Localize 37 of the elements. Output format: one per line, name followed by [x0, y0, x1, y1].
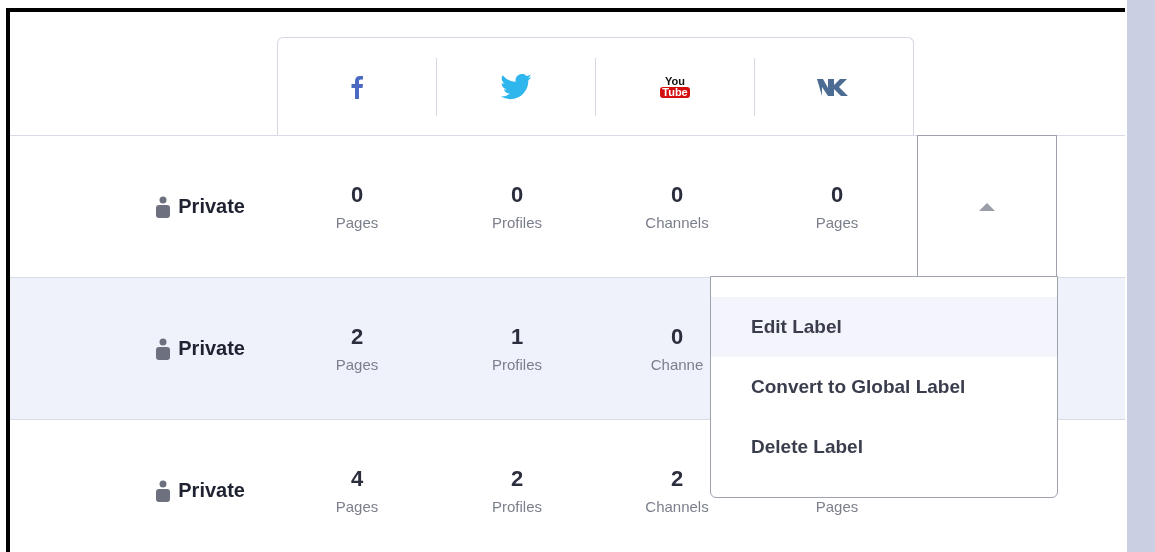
stat-label: Profiles: [492, 498, 542, 515]
caret-up-icon: [979, 202, 995, 211]
menu-item[interactable]: Convert to Global Label: [711, 357, 1057, 417]
bird-icon: [500, 73, 532, 100]
label-row[interactable]: Private 0 Pages 0 Profiles 0 Channels 0 Pages: [10, 135, 1125, 277]
stat-count: 0: [830, 182, 844, 208]
stat-count: 4: [350, 466, 364, 492]
stat-count: 2: [510, 466, 524, 492]
stat-count: 0: [670, 324, 684, 350]
stat-label: Profiles: [492, 214, 542, 231]
visibility-label: Private: [178, 195, 245, 218]
stat-label: Pages: [335, 498, 379, 515]
stat-count: 2: [670, 466, 684, 492]
stat-label: Profiles: [492, 356, 542, 373]
stat-label: Channels: [645, 214, 709, 231]
stat-label: Pages: [335, 214, 379, 231]
menu-item[interactable]: Edit Label: [711, 297, 1057, 357]
stat-count: 0: [350, 182, 364, 208]
youtube-logo: You Tube: [660, 75, 690, 98]
stat-label: Channels: [645, 498, 709, 515]
person-icon: [156, 337, 171, 360]
stat-count: 2: [350, 324, 364, 350]
facebook-icon: [351, 74, 363, 99]
expand-toggle[interactable]: [917, 135, 1057, 277]
stat-count: 1: [510, 324, 524, 350]
visibility-label: Private: [178, 337, 245, 360]
visibility-label: Private: [178, 479, 245, 502]
stat-count: 0: [510, 182, 524, 208]
stat-label: Pages: [335, 356, 379, 373]
vk-icon: [817, 77, 851, 96]
stat-label: Channe: [650, 356, 704, 373]
stat-count: 0: [670, 182, 684, 208]
person-icon: [156, 479, 171, 502]
person-icon: [156, 195, 171, 218]
menu-item[interactable]: Delete Label: [711, 417, 1057, 477]
stat-label: Pages: [815, 214, 859, 231]
stat-label: Pages: [815, 497, 859, 515]
